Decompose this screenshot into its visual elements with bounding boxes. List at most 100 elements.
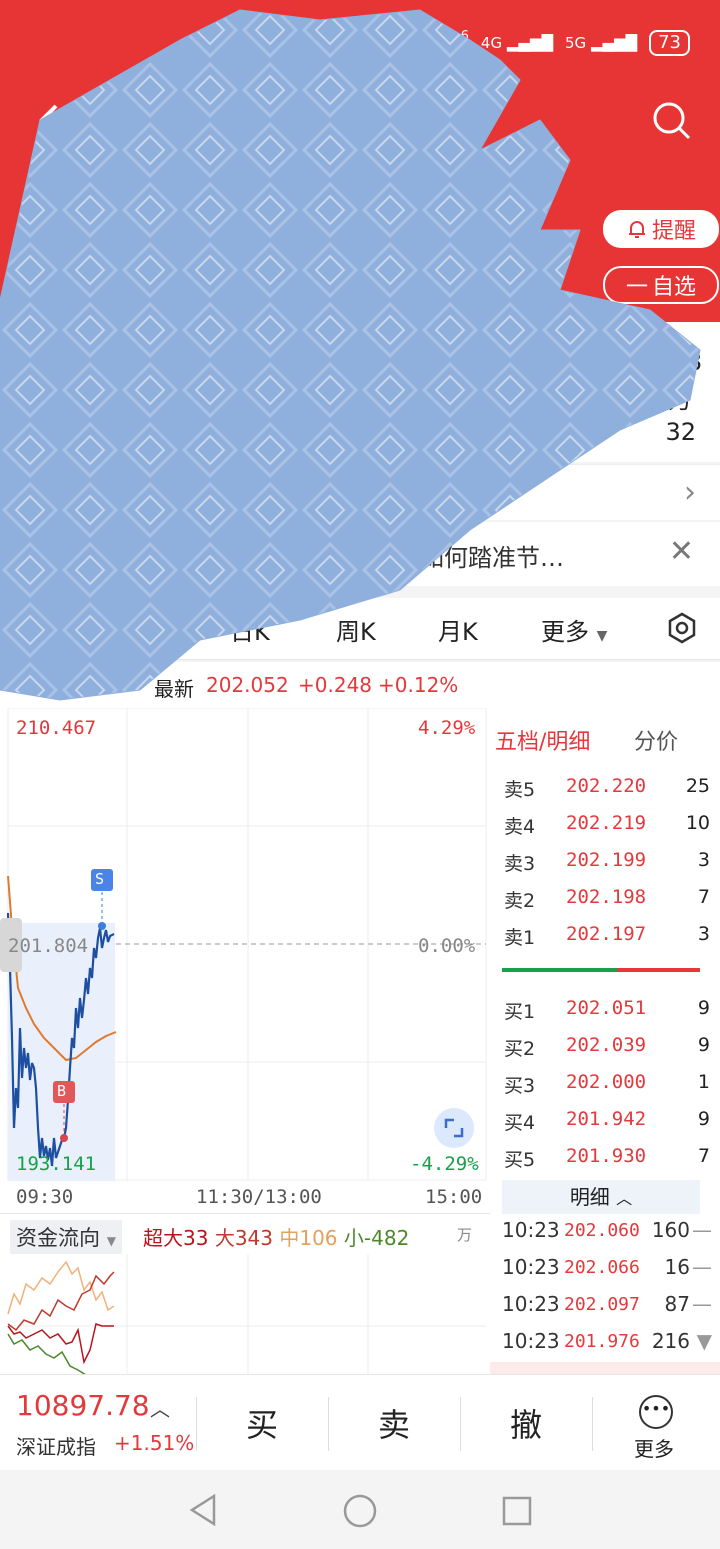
- tick-time: 10:23: [502, 1329, 560, 1353]
- bid-price: 201.930: [566, 1145, 647, 1167]
- bid-volume: 1: [697, 1071, 710, 1093]
- tick-time: 10:23: [502, 1218, 560, 1242]
- remind-button[interactable]: 提醒: [603, 210, 719, 248]
- fullscreen-button[interactable]: [434, 1108, 474, 1148]
- tab-month-k[interactable]: 月K: [438, 612, 478, 647]
- bid-volume: 7: [697, 1145, 710, 1167]
- signal-5g-label: 5G: [565, 34, 587, 52]
- tick-time: 10:23: [502, 1292, 560, 1316]
- signal-5g: 5G ▂▄▆█: [565, 34, 638, 52]
- status-bar: 22.6 K/s 4G ▂▄▆█ 5G ▂▄▆█ 73: [440, 30, 690, 56]
- close-icon[interactable]: ✕: [669, 534, 694, 569]
- bid-row[interactable]: 买4 201.942 9: [504, 1105, 710, 1135]
- super-large-value: 33: [183, 1226, 209, 1250]
- bid-row[interactable]: 买3 202.000 1: [504, 1068, 710, 1098]
- tab-price-distribution[interactable]: 分价: [634, 724, 678, 756]
- bid-row[interactable]: 买2 202.039 9: [504, 1031, 710, 1061]
- bottom-trade-bar: 10897.78 ︿ 深证成指 +1.51% 买 卖 撤 ••• 更多: [0, 1374, 720, 1470]
- more-button[interactable]: ••• 更多: [620, 1375, 692, 1471]
- index-ticker[interactable]: 10897.78 ︿ 深证成指 +1.51%: [0, 1375, 195, 1471]
- home-nav-icon[interactable]: [343, 1494, 377, 1528]
- ask-label: 卖5: [504, 779, 536, 801]
- y-axis-low: 193.141: [16, 1153, 97, 1175]
- settings-icon[interactable]: [666, 612, 698, 644]
- more-label: 更多: [634, 1437, 674, 1461]
- bell-icon: [628, 221, 645, 238]
- latest-label: 最新: [154, 677, 194, 701]
- ask-row[interactable]: 卖3 202.199 3: [504, 846, 710, 876]
- search-icon: [653, 102, 691, 140]
- small-flow-line: [7, 1333, 87, 1375]
- sell-button[interactable]: 卖: [329, 1375, 459, 1471]
- capital-flow-title: 资金流向: [16, 1226, 100, 1250]
- tick-price: 202.066: [564, 1257, 640, 1278]
- ask-volume: 3: [697, 849, 710, 871]
- more-icon: •••: [639, 1395, 673, 1429]
- medium-value: 106: [299, 1226, 338, 1250]
- tab-week-k[interactable]: 周K: [336, 612, 376, 647]
- tick-volume: 16: [664, 1255, 690, 1279]
- back-nav-icon[interactable]: [188, 1494, 218, 1526]
- buy-button[interactable]: 买: [197, 1375, 327, 1471]
- promo-banner[interactable]: 如何踏准节… ✕: [0, 522, 720, 586]
- down-arrow-icon: ▼: [696, 1329, 712, 1353]
- medium-flow-line: [7, 1260, 115, 1315]
- signal-4g: 4G ▂▄▆█: [480, 34, 553, 52]
- bid-label: 买4: [504, 1112, 536, 1134]
- chart-period-tabs: 日K 周K 月K 更多 ▼: [0, 598, 720, 660]
- tick-time: 10:23: [502, 1255, 560, 1279]
- search-button[interactable]: [651, 100, 693, 142]
- ask-price: 202.197: [566, 923, 647, 945]
- bid-row[interactable]: 买5 201.930 7: [504, 1142, 710, 1172]
- ask-label: 卖1: [504, 927, 536, 949]
- large-flow-line: [7, 1271, 115, 1332]
- remind-label: 提醒: [651, 219, 696, 244]
- buy-point: [60, 1134, 68, 1142]
- ask-row[interactable]: 卖1 202.197 3: [504, 920, 710, 950]
- intraday-chart[interactable]: S B 210.467 4.29% 201.804 0.00% 193.141 …: [0, 708, 490, 1213]
- cancel-order-button[interactable]: 撤: [461, 1375, 591, 1471]
- capital-flow-panel: 资金流向 ▼ 超大33 大343 中106 小-482 万: [0, 1213, 490, 1375]
- tick-price: 201.976: [564, 1331, 640, 1352]
- super-large-label: 超大: [143, 1226, 183, 1250]
- bid-label: 买1: [504, 1001, 536, 1023]
- flat-icon: —: [692, 1292, 712, 1316]
- chevron-right-icon: ›: [684, 475, 696, 510]
- ask-row[interactable]: 卖5 202.220 25: [504, 772, 710, 802]
- app-header: 22.6 K/s 4G ▂▄▆█ 5G ▂▄▆█ 73 提醒 一 自选: [0, 0, 720, 322]
- bid-label: 买3: [504, 1075, 536, 1097]
- signal-4g-label: 4G: [480, 34, 503, 52]
- detail-toggle[interactable]: 明细 ︿: [502, 1180, 700, 1214]
- y-axis-low-pct: -4.29%: [410, 1153, 479, 1175]
- chevron-up-icon: ︿: [150, 1397, 170, 1421]
- capital-flow-selector[interactable]: 资金流向 ▼: [10, 1220, 122, 1254]
- price-change: +0.248: [298, 673, 373, 697]
- recents-nav-icon[interactable]: [502, 1496, 532, 1526]
- y-axis-mid: 201.804: [8, 935, 89, 957]
- bid-label: 买5: [504, 1149, 536, 1171]
- small-label: 小: [343, 1226, 364, 1250]
- news-row[interactable]: ›: [0, 464, 720, 520]
- tab-more[interactable]: 更多 ▼: [541, 612, 607, 647]
- quote-summary: 198. 最新 202.052 +0.248 +0.12%: [0, 662, 720, 708]
- info-value: 32: [665, 418, 696, 446]
- divider: [592, 1397, 593, 1451]
- stock-info-panel: 18 万 32: [0, 322, 720, 462]
- sell-marker-label: S: [95, 870, 105, 888]
- back-button[interactable]: [34, 100, 64, 140]
- tick-volume: 87: [664, 1292, 690, 1316]
- bid-price: 202.051: [566, 997, 647, 1019]
- add-watchlist-button[interactable]: 一 自选: [603, 266, 719, 304]
- ask-price: 202.199: [566, 849, 647, 871]
- bid-row[interactable]: 买1 202.051 9: [504, 994, 710, 1024]
- ask-volume: 7: [697, 886, 710, 908]
- ask-row[interactable]: 卖4 202.219 10: [504, 809, 710, 839]
- network-speed: 22.6 K/s: [440, 30, 469, 56]
- tab-depth-detail[interactable]: 五档/明细: [495, 724, 590, 756]
- bid-ask-ratio-bar: [502, 968, 700, 972]
- tab-day-k[interactable]: 日K: [230, 612, 270, 647]
- chevron-up-icon: ︿: [616, 1189, 633, 1208]
- ask-label: 卖4: [504, 816, 536, 838]
- medium-label: 中: [279, 1226, 300, 1250]
- ask-row[interactable]: 卖2 202.198 7: [504, 883, 710, 913]
